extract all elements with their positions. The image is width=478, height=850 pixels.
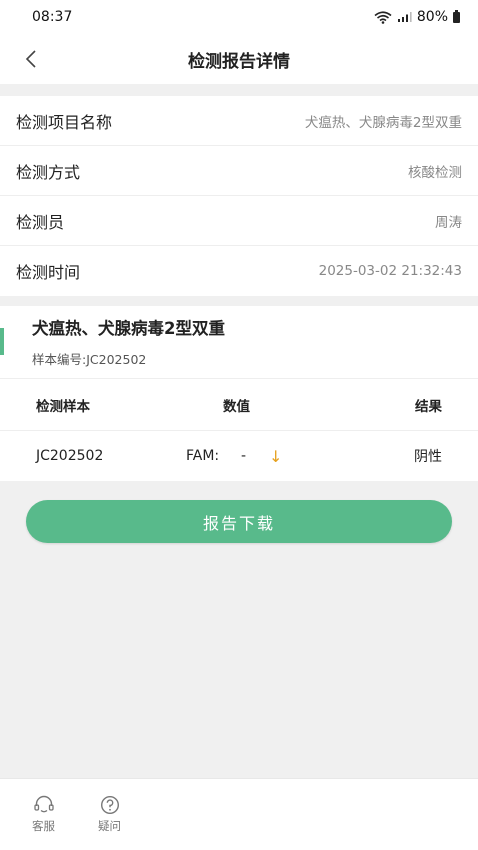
battery-percent: 80% [416, 9, 448, 25]
signal-icon [397, 12, 412, 22]
result-table-header: 检测样本 数值 结果 [0, 379, 478, 431]
info-label: 检测时间 [16, 263, 81, 282]
cell-value: FAM: - ↓ [186, 447, 402, 466]
info-row-time: 检测时间 2025-03-02 21:32:43 [0, 246, 478, 296]
result-title: 犬瘟热、犬腺病毒2型双重 [32, 319, 225, 338]
cell-sample: JC202502 [36, 448, 104, 464]
wifi-icon [374, 10, 392, 24]
battery-icon [453, 9, 460, 23]
download-report-button[interactable]: 报告下载 [26, 500, 452, 543]
arrow-down-icon: ↓ [269, 446, 283, 466]
tab-question[interactable]: 疑问 [98, 795, 121, 834]
page-title: 检测报告详情 [188, 51, 290, 72]
header-value: 数值 [223, 398, 250, 415]
info-label: 检测员 [16, 212, 65, 232]
tab-service[interactable]: 客服 [32, 795, 55, 834]
info-row-item-name: 检测项目名称 犬瘟热、犬腺病毒2型双重 [0, 96, 478, 146]
sample-number: 样本编号:JC202502 [32, 352, 147, 367]
header-result: 结果 [415, 398, 442, 415]
fam-label: FAM: [186, 448, 220, 464]
chevron-left-icon [25, 50, 36, 68]
result-header: 犬瘟热、犬腺病毒2型双重 样本编号:JC202502 [0, 306, 478, 379]
back-button[interactable] [18, 46, 44, 72]
nav-bar: 检测报告详情 [0, 34, 478, 84]
status-bar: 08:37 80% [0, 0, 478, 34]
info-value: 犬瘟热、犬腺病毒2型双重 [304, 114, 462, 131]
tab-service-label: 客服 [32, 819, 55, 833]
fam-value: - [241, 448, 247, 464]
table-row: JC202502 FAM: - ↓ 阴性 [0, 431, 478, 481]
cell-result: 阴性 [414, 449, 442, 465]
info-row-method: 检测方式 核酸检测 [0, 146, 478, 196]
info-label: 检测项目名称 [16, 112, 113, 132]
info-card: 检测项目名称 犬瘟热、犬腺病毒2型双重 检测方式 核酸检测 检测员 周涛 检测时… [0, 96, 478, 296]
result-card: 犬瘟热、犬腺病毒2型双重 样本编号:JC202502 检测样本 数值 结果 JC… [0, 306, 478, 481]
accent-bar [0, 328, 4, 355]
header-sample: 检测样本 [36, 398, 90, 415]
tab-question-label: 疑问 [98, 819, 121, 833]
bottom-bar: 客服 疑问 [0, 778, 478, 850]
info-value: 2025-03-02 21:32:43 [318, 263, 462, 279]
info-value: 周涛 [435, 214, 462, 231]
info-row-inspector: 检测员 周涛 [0, 196, 478, 246]
info-label: 检测方式 [16, 162, 81, 182]
question-icon [100, 795, 119, 815]
status-time: 08:37 [32, 9, 73, 25]
headset-icon [33, 795, 54, 813]
status-indicators: 80% [374, 9, 460, 25]
info-value: 核酸检测 [408, 164, 462, 181]
